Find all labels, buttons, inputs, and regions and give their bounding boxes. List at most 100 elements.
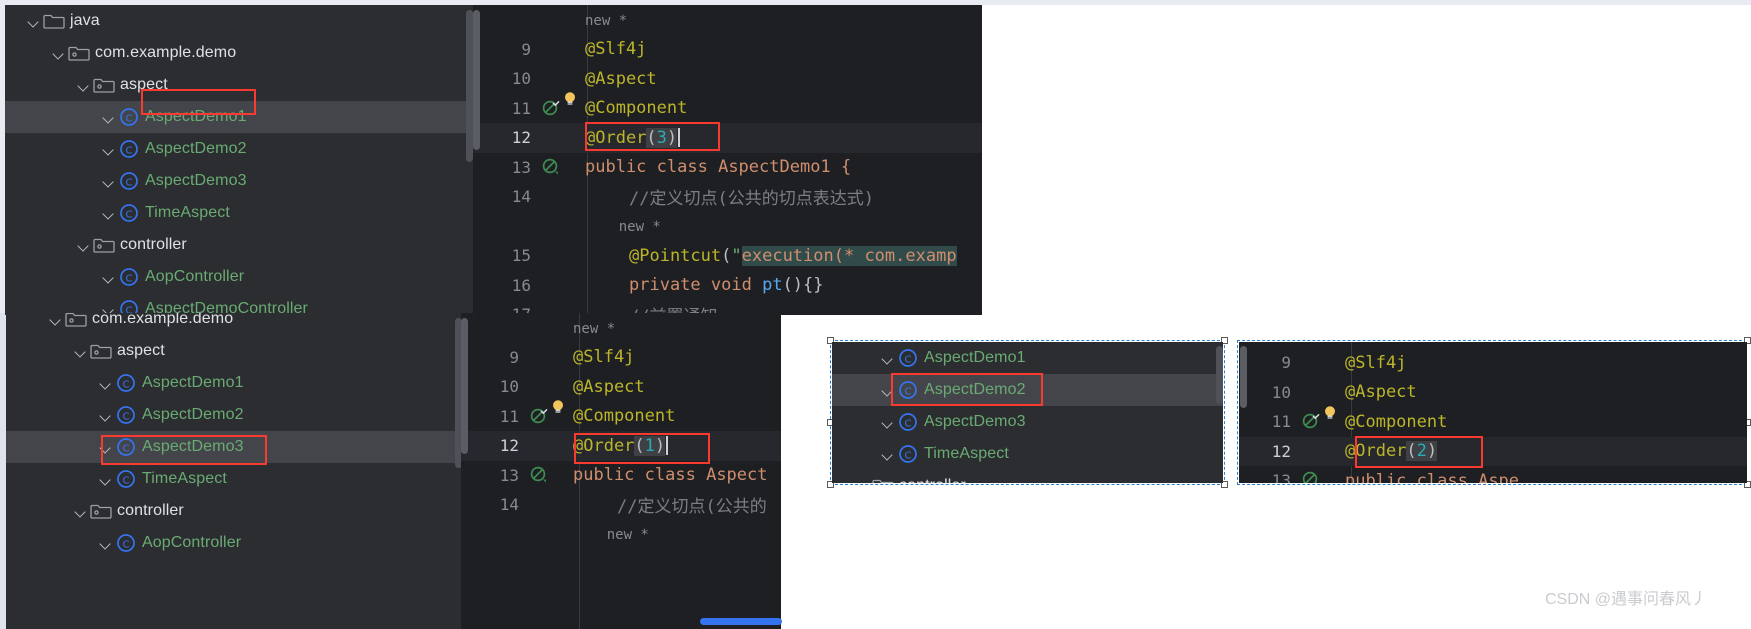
chevron-down-icon[interactable]	[72, 502, 90, 520]
code-line[interactable]: 11 @Component	[1239, 406, 1747, 437]
code-line[interactable]: 15 @Pointcut("execution(* com.examp	[473, 241, 982, 271]
editor-hscrollbar-thumb-bottom[interactable]	[700, 618, 782, 625]
gutter-markers[interactable]	[537, 182, 571, 212]
tree-row[interactable]: C AspectDemo1	[832, 342, 1223, 374]
tree-row[interactable]: C AspectDemo1	[5, 101, 473, 133]
tree-scrollbar-thumb-right[interactable]	[1216, 346, 1223, 404]
code-line[interactable]: 14 //定义切点(公共的切点表达式)	[473, 182, 982, 212]
project-tree-bottom-panel[interactable]: com.example.demo aspect C AspectDemo1 C Aspec…	[6, 313, 461, 629]
code-line[interactable]: 12 @Order(3)	[473, 123, 982, 153]
intention-bulb-icon[interactable]	[1322, 405, 1338, 421]
run-disabled-ok-icon[interactable]	[1302, 412, 1320, 430]
gutter-markers[interactable]	[525, 490, 559, 520]
code-line[interactable]: 11 @Component	[473, 92, 982, 124]
code-line[interactable]: 13 public class AspectDemo1 {	[473, 153, 982, 183]
project-tree-right-panel[interactable]: C AspectDemo1 C AspectDemo2 C AspectDemo3 C Tim…	[832, 342, 1223, 483]
code-line[interactable]: 11 @Component	[461, 400, 781, 432]
gutter-markers[interactable]	[1297, 437, 1331, 467]
tree-row[interactable]: C AspectDemo3	[5, 165, 473, 197]
tree-row[interactable]: C AspectDemo1	[6, 367, 461, 399]
code-text-cell[interactable]: @Slf4j	[571, 39, 646, 59]
code-text-cell[interactable]: @Aspect	[571, 69, 657, 89]
chevron-down-icon[interactable]	[75, 236, 93, 254]
gutter-markers[interactable]	[537, 153, 571, 183]
tree-row[interactable]: aspect	[6, 335, 461, 367]
run-disabled-icon[interactable]	[530, 466, 548, 484]
run-disabled-ok-icon[interactable]	[542, 99, 560, 117]
code-line[interactable]: 10 @Aspect	[461, 372, 781, 402]
code-text-cell[interactable]: new *	[559, 524, 649, 544]
code-fold-placeholder[interactable]: new *	[573, 527, 649, 543]
gutter-markers[interactable]	[525, 313, 559, 343]
code-text-cell[interactable]: @Slf4j	[559, 347, 634, 367]
tree-row[interactable]: C AspectDemo2	[5, 133, 473, 165]
tree-row[interactable]: C AopController	[6, 527, 461, 559]
gutter-markers[interactable]	[525, 520, 559, 550]
code-text-cell[interactable]: @Order(3)	[571, 127, 681, 148]
code-line[interactable]: 10 @Aspect	[1239, 378, 1747, 408]
code-text-cell[interactable]: private void pt(){}	[571, 275, 824, 295]
tree-row[interactable]: C AspectDemo3	[832, 406, 1223, 438]
tree-row[interactable]: com.example.demo	[6, 313, 461, 335]
chevron-down-icon[interactable]	[72, 342, 90, 360]
tree-row[interactable]: C AspectDemo2	[832, 374, 1223, 406]
code-fold-placeholder[interactable]: new *	[585, 13, 627, 29]
code-text-cell[interactable]: public class Aspe	[1331, 471, 1519, 483]
tree-scrollbar-thumb-top[interactable]	[466, 10, 473, 162]
code-text-cell[interactable]: @Component	[565, 92, 687, 118]
code-text-cell[interactable]: @Component	[553, 400, 675, 426]
gutter-markers[interactable]	[537, 5, 571, 35]
code-text-cell[interactable]: @Aspect	[1331, 382, 1417, 402]
code-line[interactable]: new *	[473, 212, 982, 242]
gutter-markers[interactable]	[537, 271, 571, 301]
code-text-cell[interactable]: new *	[571, 216, 661, 236]
gutter-markers[interactable]	[537, 212, 571, 242]
code-fold-placeholder[interactable]: new *	[573, 321, 615, 337]
tree-row[interactable]: C AspectDemoController	[5, 293, 473, 315]
gutter-markers[interactable]	[525, 431, 559, 461]
code-text-cell[interactable]: @Component	[1325, 406, 1447, 432]
gutter-markers[interactable]	[537, 35, 571, 65]
code-text-cell[interactable]: @Slf4j	[1331, 353, 1406, 373]
code-editor-top-panel[interactable]: new * 9 @Slf4j 10 @Aspect 11 @Component 12 @Orde…	[473, 5, 982, 315]
code-line[interactable]: 9 @Slf4j	[473, 35, 982, 65]
tree-row[interactable]: java	[5, 5, 473, 37]
gutter-markers[interactable]	[525, 461, 559, 491]
code-line[interactable]: new *	[473, 5, 982, 35]
code-line[interactable]: 16 private void pt(){}	[473, 271, 982, 301]
tree-row[interactable]: C TimeAspect	[6, 463, 461, 495]
code-editor-bottom-panel[interactable]: new * 9 @Slf4j 10 @Aspect 11 @Component 12 @Orde…	[461, 313, 781, 629]
intention-bulb-icon[interactable]	[562, 91, 578, 107]
run-disabled-icon[interactable]	[1302, 471, 1320, 483]
gutter-markers[interactable]	[1297, 466, 1331, 483]
tree-row[interactable]: aspect	[5, 69, 473, 101]
code-text-cell[interactable]: @Aspect	[559, 377, 645, 397]
gutter-markers[interactable]	[537, 64, 571, 94]
project-tree-top-panel[interactable]: java com.example.demo aspect C AspectDemo1 C A…	[5, 5, 473, 315]
gutter-markers[interactable]	[1297, 348, 1331, 378]
code-text-cell[interactable]: new *	[559, 318, 615, 338]
editor-scrollbar-thumb-bottom[interactable]	[461, 318, 468, 454]
code-text-cell[interactable]: public class AspectDemo1 {	[571, 157, 851, 177]
code-line[interactable]: 10 @Aspect	[473, 64, 982, 94]
tree-row[interactable]: C AspectDemo2	[6, 399, 461, 431]
code-line[interactable]: new *	[461, 313, 781, 343]
code-text-cell[interactable]: new *	[571, 10, 627, 30]
code-text-cell[interactable]: public class Aspect	[559, 465, 768, 485]
tree-row[interactable]: C TimeAspect	[5, 197, 473, 229]
gutter-markers[interactable]	[525, 343, 559, 373]
editor-scrollbar-thumb-right[interactable]	[1240, 346, 1247, 408]
gutter-markers[interactable]	[537, 123, 571, 153]
tree-row[interactable]: com.example.demo	[5, 37, 473, 69]
tree-row[interactable]: C AopController	[5, 261, 473, 293]
run-disabled-ok-icon[interactable]	[530, 407, 548, 425]
gutter-markers[interactable]	[537, 241, 571, 271]
tree-row[interactable]: C AspectDemo3	[6, 431, 461, 463]
gutter-markers[interactable]	[525, 372, 559, 402]
code-editor-right-panel[interactable]: 9 @Slf4j 10 @Aspect 11 @Component 12 @Order(2) 1…	[1239, 342, 1747, 483]
code-text-cell[interactable]: //定义切点(公共的切点表达式)	[571, 184, 874, 209]
tree-row[interactable]: controller	[5, 229, 473, 261]
code-text-cell[interactable]: @Order(2)	[1331, 441, 1438, 462]
code-line[interactable]: 12 @Order(2)	[1239, 436, 1747, 467]
gutter-markers[interactable]	[1297, 378, 1331, 408]
